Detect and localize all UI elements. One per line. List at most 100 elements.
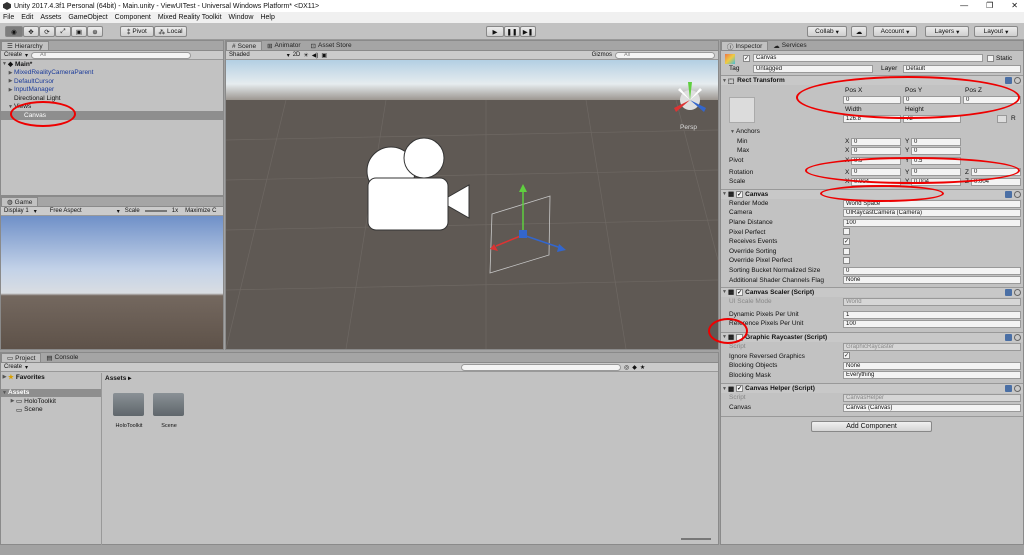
tab-inspector[interactable]: ⓘ Inspector	[721, 41, 769, 51]
pivot-y-field[interactable]: 0.5	[911, 156, 961, 165]
list-item[interactable]: ▶ DefaultCursor	[1, 77, 223, 86]
shading-dropdown[interactable]: Shaded	[229, 52, 250, 58]
minimize-button[interactable]: —	[960, 0, 968, 12]
hand-tool-button[interactable]: ◉	[5, 26, 23, 37]
event-camera-field[interactable]: UIRaycastCamera (Camera)	[843, 209, 1021, 218]
anchor-preset-button[interactable]	[729, 97, 755, 123]
move-tool-button[interactable]: ✥	[23, 26, 39, 37]
list-item[interactable]: ▭ Scene	[1, 406, 101, 415]
icon-size-slider[interactable]	[681, 538, 711, 540]
list-item-selected[interactable]: Canvas	[1, 111, 223, 120]
tab-scene[interactable]: # Scene	[226, 41, 263, 50]
graphic-raycaster-enabled-checkbox[interactable]	[736, 333, 744, 341]
create-dropdown[interactable]: Create	[4, 52, 22, 58]
plane-distance-field[interactable]: 100	[843, 218, 1021, 227]
tab-hierarchy[interactable]: ☰ Hierarchy	[1, 41, 49, 50]
width-field[interactable]: 126.8	[843, 115, 901, 123]
reference-pixels-field[interactable]: 100	[843, 320, 1021, 329]
dynamic-pixels-field[interactable]: 1	[843, 310, 1021, 319]
height-field[interactable]: 72	[903, 115, 961, 123]
scale-tool-button[interactable]: ⤢	[55, 26, 71, 37]
override-sorting-checkbox[interactable]	[843, 247, 850, 255]
blocking-mask-dropdown[interactable]: Everything	[843, 371, 1021, 380]
gear-icon[interactable]	[1014, 385, 1021, 393]
gear-icon[interactable]	[1014, 333, 1021, 341]
pause-button[interactable]: ❚❚	[504, 26, 520, 37]
gear-icon[interactable]	[1014, 288, 1021, 296]
rotation-y-field[interactable]: 0	[911, 168, 961, 177]
scale-x-field[interactable]: 0.004	[851, 177, 901, 186]
2d-toggle[interactable]: 2D	[293, 52, 301, 58]
rotation-z-field[interactable]: 0	[971, 168, 1021, 177]
menu-edit[interactable]: Edit	[21, 14, 33, 21]
scale-slider[interactable]	[144, 210, 167, 212]
ignore-reversed-checkbox[interactable]: ✓	[843, 352, 850, 360]
pivot-x-field[interactable]: 0.5	[851, 156, 901, 165]
project-search-input[interactable]	[461, 363, 622, 371]
help-icon[interactable]	[1005, 288, 1012, 296]
rect-transform-header[interactable]: ▼ ⬚ Rect Transform	[721, 75, 1023, 85]
render-mode-dropdown[interactable]: World Space	[843, 199, 1021, 208]
scale-y-field[interactable]: 0.004	[911, 177, 961, 186]
anchors-row[interactable]: ▼ Anchors	[721, 127, 1023, 137]
anchor-min-y-field[interactable]: 0	[911, 137, 961, 146]
canvas-enabled-checkbox[interactable]: ✓	[736, 190, 744, 198]
anchor-max-y-field[interactable]: 0	[911, 147, 961, 156]
persp-label[interactable]: Persp	[680, 124, 697, 131]
receives-events-checkbox[interactable]: ✓	[843, 237, 850, 245]
rotation-x-field[interactable]: 0	[851, 168, 901, 177]
canvas-component-header[interactable]: ▼ ▦ ✓ Canvas	[721, 188, 1023, 199]
list-item[interactable]: ▼ Views	[1, 103, 223, 112]
layer-dropdown[interactable]: Default	[903, 65, 1021, 73]
tab-game[interactable]: ◍ Game	[1, 197, 39, 206]
assets-tree-item[interactable]: ▼ Assets	[1, 388, 101, 397]
game-view[interactable]	[1, 216, 223, 349]
favorites-item[interactable]: ▶ ★ Favorites	[1, 373, 101, 382]
help-icon[interactable]	[1005, 333, 1012, 341]
pos-z-field[interactable]: 0	[963, 96, 1021, 104]
play-button[interactable]: ▶	[486, 26, 504, 37]
gizmos-dropdown[interactable]: Gizmos	[592, 52, 612, 58]
help-icon[interactable]	[1005, 77, 1012, 84]
gear-icon[interactable]	[1014, 77, 1021, 84]
list-item[interactable]: ▶ InputManager	[1, 86, 223, 95]
image-icon[interactable]: ▣	[321, 52, 327, 59]
account-dropdown[interactable]: Account ▾	[873, 26, 917, 37]
sorting-bucket-field[interactable]: 0	[843, 266, 1021, 275]
canvas-scaler-enabled-checkbox[interactable]: ✓	[736, 288, 744, 296]
cloud-button[interactable]: ☁	[851, 26, 867, 37]
anchor-max-x-field[interactable]: 0	[851, 147, 901, 156]
display-dropdown[interactable]: Display 1	[4, 208, 29, 214]
folder-tile[interactable]: Scene	[153, 393, 185, 429]
list-item[interactable]: ▶ MixedRealityCameraParent	[1, 69, 223, 78]
folder-tile[interactable]: HoloToolkit	[113, 393, 145, 429]
menu-window[interactable]: Window	[229, 14, 254, 21]
transform-tool-button[interactable]: ⊕	[87, 26, 103, 37]
rect-tool-button[interactable]: ▣	[71, 26, 87, 37]
help-icon[interactable]	[1005, 385, 1012, 393]
tab-asset-store[interactable]: ⊡ Asset Store	[306, 41, 357, 50]
canvas-helper-header[interactable]: ▼ ▦ ✓ Canvas Helper (Script)	[721, 383, 1023, 394]
help-icon[interactable]	[1005, 190, 1012, 198]
menu-assets[interactable]: Assets	[40, 14, 61, 21]
scale-z-field[interactable]: 0.004	[971, 177, 1021, 186]
star-icon[interactable]: ★	[640, 364, 645, 371]
tab-console[interactable]: ▤ Console	[41, 353, 83, 362]
filter-icon[interactable]: ◎	[624, 364, 629, 371]
helper-canvas-field[interactable]: Canvas (Canvas)	[843, 403, 1021, 412]
gear-icon[interactable]	[1014, 190, 1021, 198]
tab-animator[interactable]: ⊞ Animator	[262, 41, 305, 50]
label-icon[interactable]: ◆	[632, 364, 637, 371]
add-component-button[interactable]: Add Component	[811, 421, 932, 433]
menu-mixed-reality-toolkit[interactable]: Mixed Reality Toolkit	[158, 14, 222, 21]
object-name-field[interactable]: Canvas	[753, 54, 983, 62]
project-create-dropdown[interactable]: Create	[4, 364, 22, 370]
menu-help[interactable]: Help	[260, 14, 274, 21]
anchor-min-x-field[interactable]: 0	[851, 137, 901, 146]
scene-search-input[interactable]: All	[615, 51, 715, 59]
list-item[interactable]: ▶ ▭ HoloToolkit	[1, 397, 101, 406]
scene-viewport[interactable]: Persp	[226, 60, 718, 349]
static-checkbox[interactable]	[987, 55, 994, 62]
shader-channels-dropdown[interactable]: None	[843, 276, 1021, 285]
local-toggle[interactable]: ⁂ Local	[154, 26, 187, 37]
